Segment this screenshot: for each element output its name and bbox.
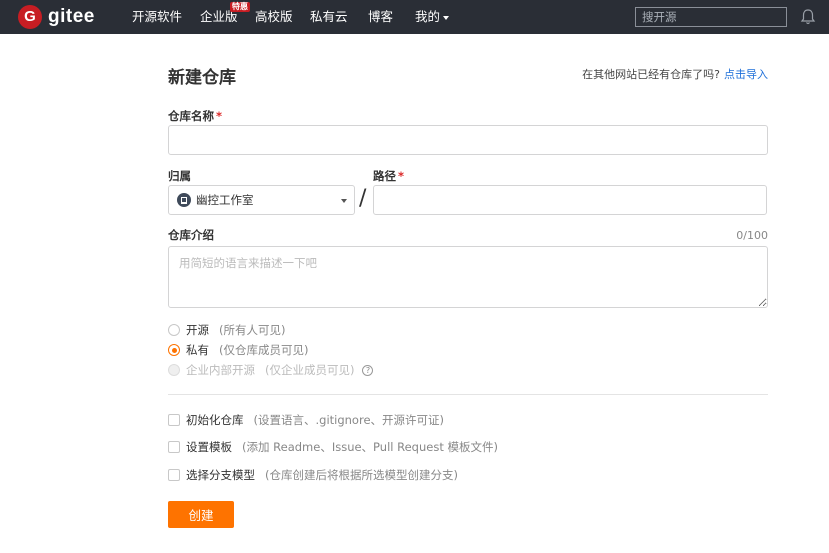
create-button[interactable]: 创建 <box>168 501 234 528</box>
owner-value: 幽控工作室 <box>196 193 254 207</box>
chevron-down-icon <box>341 199 347 203</box>
nav-private-cloud[interactable]: 私有云 <box>310 9 348 25</box>
radio-enterprise <box>168 364 180 376</box>
template-option[interactable]: 设置模板 (添加 Readme、Issue、Pull Request 模板文件) <box>168 439 498 455</box>
visibility-enterprise-note: (仅企业成员可见) <box>265 363 355 377</box>
visibility-public-option[interactable]: 开源 (所有人可见) <box>168 322 285 338</box>
top-navbar: G gitee 开源软件 企业版 特惠 高校版 私有云 博客 我的 <box>0 0 829 34</box>
visibility-enterprise-option: 企业内部开源 (仅企业成员可见) ? <box>168 362 374 378</box>
repo-path-input[interactable] <box>373 185 767 215</box>
gitee-logo[interactable]: G gitee <box>18 5 95 29</box>
branch-model-note: (仓库创建后将根据所选模型创建分支) <box>265 468 458 482</box>
nav-mine-dropdown[interactable]: 我的 <box>415 9 450 25</box>
init-repo-option[interactable]: 初始化仓库 (设置语言、.gitignore、开源许可证) <box>168 412 444 428</box>
page-title: 新建仓库 <box>168 68 236 88</box>
description-label: 仓库介绍 <box>168 228 214 242</box>
description-textarea[interactable] <box>168 246 768 308</box>
init-repo-label: 初始化仓库 <box>186 413 244 427</box>
nav-blog[interactable]: 博客 <box>368 9 393 25</box>
init-repo-checkbox[interactable] <box>168 414 180 426</box>
branch-model-option[interactable]: 选择分支模型 (仓库创建后将根据所选模型创建分支) <box>168 467 458 483</box>
owner-label: 归属 <box>168 169 191 183</box>
nav-mine-label: 我的 <box>415 9 441 24</box>
radio-public[interactable] <box>168 324 180 336</box>
visibility-enterprise-label: 企业内部开源 <box>186 363 255 377</box>
repo-name-input[interactable] <box>168 125 768 155</box>
required-mark: * <box>216 109 223 123</box>
nav-open-source[interactable]: 开源软件 <box>132 9 182 25</box>
owner-select[interactable]: 幽控工作室 <box>168 185 355 215</box>
path-separator: / <box>359 186 367 211</box>
repo-name-label-text: 仓库名称 <box>168 109 214 123</box>
import-link[interactable]: 点击导入 <box>724 68 768 81</box>
chevron-down-icon <box>443 15 450 20</box>
bell-icon[interactable] <box>800 8 816 26</box>
import-hint-text: 在其他网站已经有仓库了吗? <box>582 68 720 81</box>
help-icon[interactable]: ? <box>362 364 374 376</box>
search-input[interactable] <box>635 7 787 27</box>
gitee-logo-icon: G <box>18 5 42 29</box>
description-counter: 0/100 <box>736 229 768 242</box>
visibility-private-note: (仅仓库成员可见) <box>219 343 309 357</box>
visibility-private-option[interactable]: 私有 (仅仓库成员可见) <box>168 342 308 358</box>
template-checkbox[interactable] <box>168 441 180 453</box>
path-label: 路径 * <box>373 168 404 184</box>
nav-education[interactable]: 高校版 <box>255 9 293 25</box>
required-mark: * <box>398 169 405 183</box>
organization-icon <box>177 193 191 207</box>
radio-private[interactable] <box>168 344 180 356</box>
init-repo-note: (设置语言、.gitignore、开源许可证) <box>253 413 445 427</box>
promo-badge: 特惠 <box>230 2 250 12</box>
import-hint: 在其他网站已经有仓库了吗? 点击导入 <box>582 66 768 82</box>
template-label: 设置模板 <box>186 440 232 454</box>
visibility-public-label: 开源 <box>186 323 209 337</box>
path-label-text: 路径 <box>373 169 396 183</box>
branch-model-checkbox[interactable] <box>168 469 180 481</box>
branch-model-label: 选择分支模型 <box>186 468 255 482</box>
gitee-logo-text: gitee <box>48 6 95 27</box>
visibility-private-label: 私有 <box>186 343 209 357</box>
template-note: (添加 Readme、Issue、Pull Request 模板文件) <box>242 440 498 454</box>
repo-name-label: 仓库名称 * <box>168 108 222 124</box>
visibility-public-note: (所有人可见) <box>219 323 286 337</box>
section-divider <box>168 394 768 395</box>
